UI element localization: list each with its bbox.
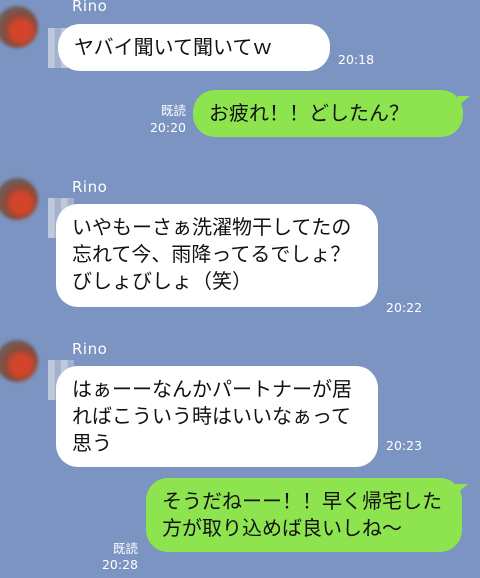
message-bubble-outgoing[interactable]: お疲れ！！どしたん？ [193, 90, 463, 137]
message-bubble-incoming[interactable]: ヤバイ聞いて聞いてｗ [58, 24, 330, 71]
read-receipt: 既読 [160, 103, 186, 118]
message-time: 20:18 [338, 52, 375, 67]
sender-avatar[interactable] [0, 178, 38, 220]
message-time: 20:22 [386, 300, 423, 315]
message-bubble-outgoing[interactable]: そうだねーー！！早く帰宅した方が取り込めば良いしね〜 [146, 478, 462, 552]
read-receipt: 既読 [112, 541, 138, 556]
message-bubble-incoming[interactable]: いやもーさぁ洗濯物干してたの忘れて今、雨降ってるでしょ？びしょびしょ（笑） [56, 204, 378, 307]
message-bubble-incoming[interactable]: はぁーーなんかパートナーが居ればこういう時はいいなぁって思う [56, 366, 378, 467]
message-time: 20:28 [101, 557, 138, 572]
sender-name: Rino [72, 340, 108, 358]
message-time: 20:20 [149, 120, 186, 135]
sender-name: Rino [72, 178, 108, 196]
message-time: 20:23 [386, 438, 423, 453]
sender-avatar[interactable] [0, 340, 38, 382]
bubble-tail [458, 96, 470, 106]
sender-avatar[interactable] [0, 6, 38, 48]
sender-name: Rino [72, 0, 108, 15]
bubble-tail [456, 484, 468, 494]
